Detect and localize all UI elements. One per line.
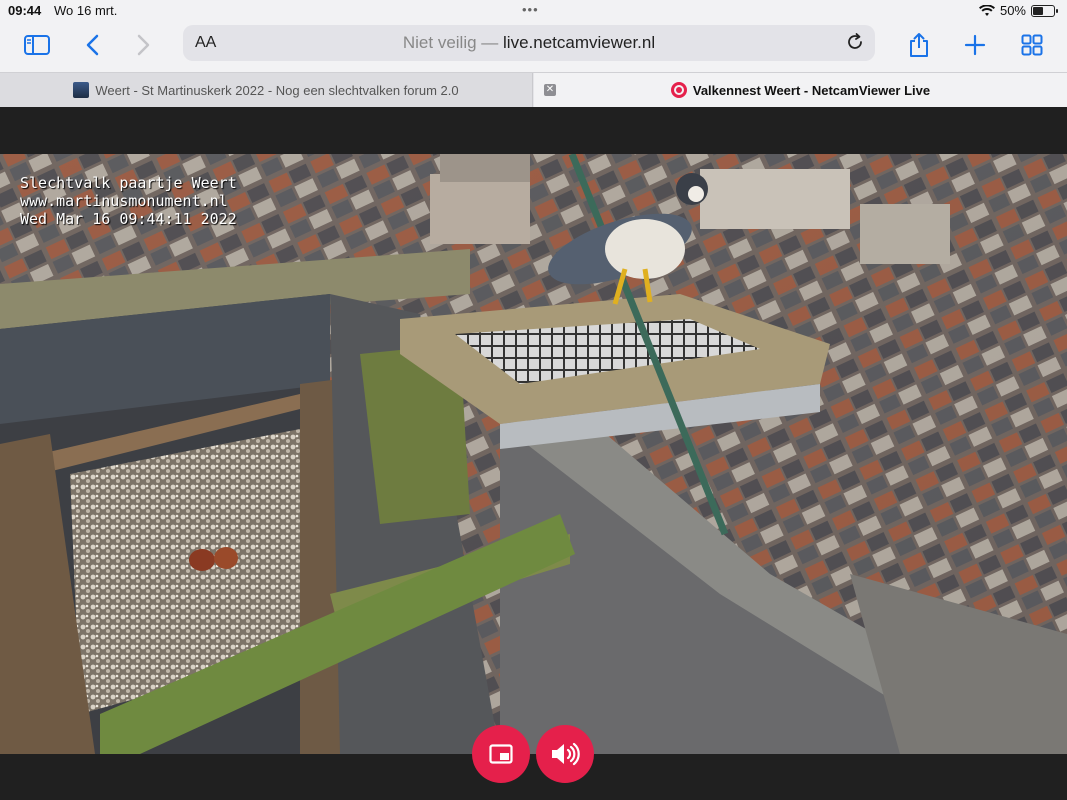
date: Wo 16 mrt. [54,3,118,18]
picture-in-picture-icon [489,744,513,764]
netcamviewer-favicon-icon [670,82,687,98]
back-icon[interactable] [75,30,109,60]
close-tab-icon[interactable]: ✕ [544,84,556,96]
wifi-icon [978,4,995,16]
forward-icon[interactable] [127,30,161,60]
player-letterbox-bottom [0,754,1067,800]
share-icon[interactable] [902,30,936,60]
reload-icon[interactable] [845,32,865,57]
multitasking-dots-icon[interactable]: ••• [522,2,539,17]
tab-forum[interactable]: Weert - St Martinuskerk 2022 - Nog een s… [0,73,533,107]
clock: 09:44 [8,3,42,18]
church-favicon-icon [73,82,90,98]
security-warning: Niet veilig — [402,33,499,52]
video-overlay-caption: Slechtvalk paartje Weert www.martinusmon… [20,174,237,228]
address-bar[interactable]: AA Niet veilig — live.netcamviewer.nl [183,25,875,61]
new-tab-icon[interactable] [958,30,992,60]
url-host: live.netcamviewer.nl [503,33,656,52]
webcam-scene [0,154,1067,754]
tab-netcamviewer[interactable]: ✕ Valkennest Weert - NetcamViewer Live [534,73,1067,107]
tab-title: Weert - St Martinuskerk 2022 - Nog een s… [95,82,459,98]
tabs-overview-icon[interactable] [1015,30,1049,60]
volume-icon [552,742,580,766]
volume-button[interactable] [536,725,594,783]
picture-in-picture-button[interactable] [472,725,530,783]
sidebar-icon[interactable] [20,30,54,60]
webcam-video[interactable]: Slechtvalk paartje Weert www.martinusmon… [0,154,1067,754]
status-bar: 09:44 Wo 16 mrt. ••• 50% [0,0,1067,22]
url-display[interactable]: Niet veilig — live.netcamviewer.nl [183,33,875,53]
tab-bar: Weert - St Martinuskerk 2022 - Nog een s… [0,72,1067,107]
overlay-line: www.martinusmonument.nl [20,192,228,210]
overlay-line: Wed Mar 16 09:44:11 2022 [20,210,237,228]
battery-icon [1031,4,1058,17]
overlay-line: Slechtvalk paartje Weert [20,174,237,192]
browser-toolbar: AA Niet veilig — live.netcamviewer.nl [0,22,1067,72]
tab-title: Valkennest Weert - NetcamViewer Live [692,82,931,98]
battery-percentage: 50% [999,3,1026,18]
player-letterbox-top [0,107,1067,154]
